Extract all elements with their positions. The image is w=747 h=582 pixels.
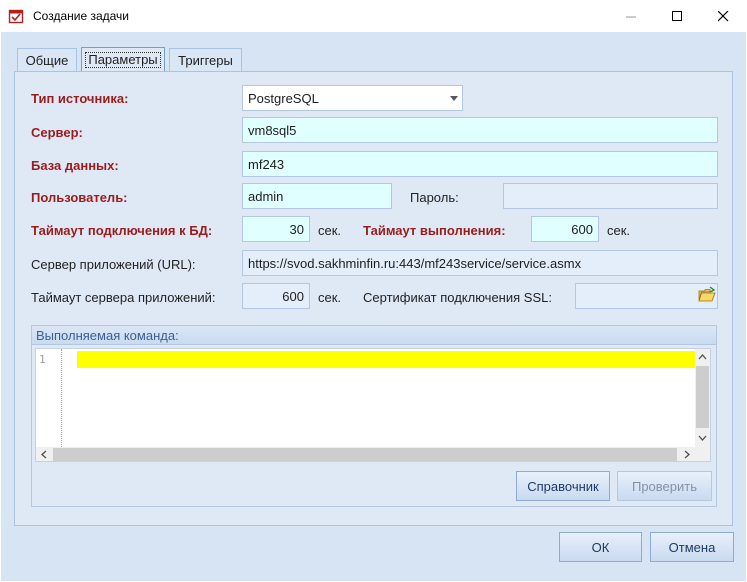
exec-timeout-unit: сек.	[607, 223, 631, 238]
app-server-value: https://svod.sakhminfin.ru:443/mf243serv…	[248, 255, 582, 271]
command-editor[interactable]: 1	[35, 348, 711, 462]
db-timeout-unit: сек.	[318, 223, 342, 238]
app-timeout-input[interactable]: 600	[242, 283, 310, 309]
close-icon	[717, 10, 728, 21]
db-timeout-value: 30	[289, 221, 304, 237]
ok-button-label: ОК	[591, 539, 610, 555]
ssl-label: Сертификат подключения SSL:	[363, 290, 552, 305]
database-input[interactable]: mf243	[242, 151, 718, 177]
password-input[interactable]	[503, 183, 718, 209]
vertical-scroll-thumb[interactable]	[696, 366, 709, 428]
ok-button[interactable]: ОК	[559, 532, 642, 562]
exec-timeout-input[interactable]: 600	[531, 216, 599, 242]
scroll-left-icon[interactable]	[40, 450, 47, 459]
app-server-label: Сервер приложений (URL):	[31, 257, 196, 272]
chevron-down-icon	[450, 96, 458, 101]
exec-timeout-label: Таймаут выполнения:	[363, 223, 506, 238]
scroll-down-icon[interactable]	[698, 435, 707, 442]
maximize-icon	[671, 10, 682, 21]
app-server-input[interactable]: https://svod.sakhminfin.ru:443/mf243serv…	[242, 250, 718, 276]
ssl-input[interactable]	[575, 283, 718, 309]
vertical-scrollbar[interactable]	[695, 349, 710, 447]
scroll-corner	[695, 447, 710, 461]
source-type-label: Тип источника:	[31, 91, 129, 106]
close-button[interactable]	[700, 0, 746, 32]
scroll-up-icon[interactable]	[698, 353, 707, 360]
current-line-highlight	[77, 351, 695, 368]
db-timeout-input[interactable]: 30	[242, 216, 310, 242]
minimize-button[interactable]	[608, 0, 654, 32]
app-timeout-value: 600	[282, 288, 304, 304]
reference-button-label: Справочник	[527, 478, 599, 494]
server-label: Сервер:	[31, 125, 83, 140]
command-group-title: Выполняемая команда:	[36, 328, 179, 343]
window-title: Создание задачи	[33, 9, 129, 23]
exec-timeout-value: 600	[571, 221, 593, 237]
server-input[interactable]: vm8sql5	[242, 117, 718, 143]
password-label: Пароль:	[410, 190, 459, 205]
horizontal-scrollbar[interactable]	[36, 447, 695, 461]
fold-margin	[61, 349, 62, 447]
horizontal-scroll-thumb[interactable]	[53, 448, 677, 461]
app-timeout-label: Таймаут сервера приложений:	[31, 290, 216, 305]
source-type-select[interactable]: PostgreSQL	[242, 85, 463, 111]
task-icon	[8, 8, 24, 24]
tab-label: Параметры	[85, 52, 161, 68]
app-timeout-unit: сек.	[318, 290, 342, 305]
open-folder-icon[interactable]	[698, 286, 716, 304]
cancel-button[interactable]: Отмена	[650, 532, 734, 562]
check-button[interactable]: Проверить	[617, 471, 712, 501]
user-input[interactable]: admin	[242, 183, 392, 209]
database-value: mf243	[248, 156, 285, 172]
db-timeout-label: Таймаут подключения к БД:	[31, 223, 213, 238]
user-value: admin	[248, 188, 284, 204]
tab-label: Триггеры	[178, 53, 233, 68]
line-number: 1	[39, 353, 46, 366]
minimize-icon	[625, 16, 636, 17]
tab-general[interactable]: Общие	[17, 48, 77, 72]
server-value: vm8sql5	[248, 122, 297, 138]
check-button-label: Проверить	[631, 478, 697, 494]
tab-label: Общие	[25, 53, 69, 68]
tab-triggers[interactable]: Триггеры	[169, 48, 242, 72]
user-label: Пользователь:	[31, 190, 128, 205]
maximize-button[interactable]	[654, 0, 700, 32]
source-type-value: PostgreSQL	[248, 90, 319, 106]
reference-button[interactable]: Справочник	[516, 471, 610, 501]
cancel-button-label: Отмена	[668, 539, 716, 555]
scroll-right-icon[interactable]	[684, 450, 691, 459]
tab-parameters[interactable]: Параметры	[81, 47, 165, 72]
database-label: База данных:	[31, 158, 119, 173]
